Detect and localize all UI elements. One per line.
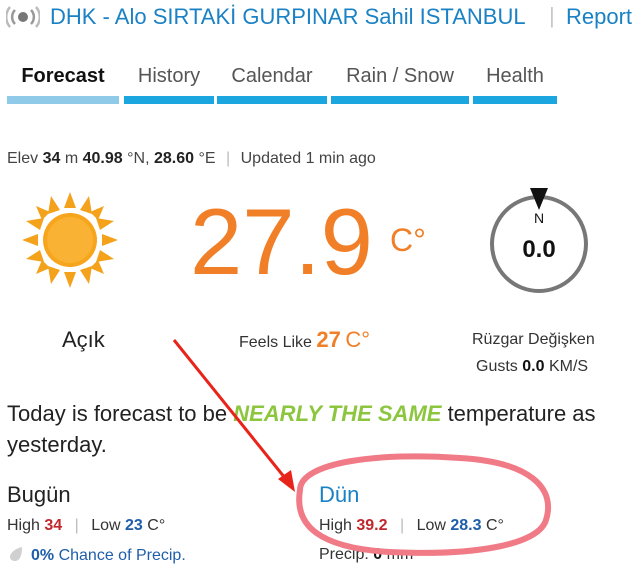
gusts-label: Gusts — [476, 358, 518, 375]
tab-rain-snow[interactable]: Rain / Snow — [331, 62, 469, 104]
annotation-arrow-head — [278, 470, 295, 492]
forecast-sentence: Today is forecast to be NEARLY THE SAME … — [7, 398, 627, 460]
tab-calendar-label: Calendar — [231, 65, 313, 87]
updated-label: Updated — [240, 150, 302, 167]
gusts-unit: KM/S — [548, 358, 589, 375]
feels-like-value: 27 — [316, 327, 341, 352]
elev-label: Elev — [7, 150, 39, 167]
today-high-value: 34 — [44, 517, 63, 534]
lon-value: 28.60 — [153, 150, 195, 167]
tab-forecast-label: Forecast — [21, 65, 105, 87]
tab-history-label: History — [137, 65, 201, 87]
tab-rain-snow-underline — [331, 96, 469, 104]
yesterday-high-label: High — [319, 517, 352, 534]
elev-unit: m — [64, 150, 79, 167]
tab-history-underline — [124, 96, 214, 104]
today-precip: 0% Chance of Precip. — [7, 546, 186, 565]
yesterday-precip-unit: mm — [386, 546, 414, 563]
feels-like-unit: C° — [345, 327, 370, 352]
tab-health[interactable]: Health — [473, 62, 557, 104]
tab-health-underline — [473, 96, 557, 104]
header-separator: | — [549, 3, 555, 28]
today-title: Bugün — [7, 482, 71, 507]
tab-calendar[interactable]: Calendar — [217, 62, 327, 104]
lon-unit: °E — [198, 150, 216, 167]
yesterday-high-value: 39.2 — [356, 517, 388, 534]
yesterday-precip-value: 0 — [373, 546, 383, 563]
tab-calendar-underline — [217, 96, 327, 104]
elev-value: 34 — [42, 150, 61, 167]
forecast-sentence-highlight: NEARLY THE SAME — [233, 401, 442, 426]
today-low-value: 23 — [125, 517, 143, 534]
forecast-sentence-prefix: Today is forecast to be — [7, 401, 234, 426]
updated-value: 1 min ago — [305, 150, 376, 167]
signal-broadcast-icon — [6, 6, 40, 28]
tab-forecast[interactable]: Forecast — [7, 62, 119, 104]
condition-text: Açık — [62, 327, 105, 352]
sun-icon — [22, 192, 118, 288]
tab-forecast-underline — [7, 96, 119, 104]
report-link[interactable]: Report — [566, 4, 632, 30]
wind-gusts: Gusts 0.0 KM/S — [476, 358, 588, 376]
yesterday-title[interactable]: Dün — [319, 482, 359, 508]
tab-history[interactable]: History — [124, 62, 214, 104]
temperature-unit-toggle[interactable]: C° — [390, 222, 426, 259]
lat-unit: °N, — [127, 150, 150, 167]
wind-direction: N — [534, 210, 544, 226]
today-separator: | — [74, 517, 79, 534]
today-precip-label: Chance of Precip. — [58, 547, 186, 564]
today-precip-value: 0% — [31, 547, 55, 564]
wind-speed: 0.0 — [522, 236, 556, 263]
feels-like: Feels Like 27 C° — [239, 327, 370, 353]
today-high-label: High — [7, 517, 40, 534]
station-meta: Elev 34 m 40.98 °N, 28.60 °E | Updated 1… — [7, 150, 376, 168]
yesterday-high-low: High 39.2 | Low 28.3 C° — [319, 517, 504, 535]
station-header: DHK - Alo SIRTAKİ GURPINAR Sahil ISTANBU… — [0, 0, 635, 36]
tab-health-label: Health — [486, 65, 544, 87]
yesterday-precip: Precip. 0 mm — [319, 546, 413, 564]
station-title[interactable]: DHK - Alo SIRTAKİ GURPINAR Sahil ISTANBU… — [50, 4, 526, 30]
wind-description: Rüzgar Değişken — [472, 331, 595, 348]
meta-separator: | — [226, 150, 231, 167]
yesterday-low-value: 28.3 — [450, 517, 482, 534]
raindrop-icon — [10, 547, 22, 561]
weather-station-page: DHK - Alo SIRTAKİ GURPINAR Sahil ISTANBU… — [0, 0, 635, 570]
today-low-label: Low — [91, 517, 121, 534]
lat-value: 40.98 — [82, 150, 123, 167]
yesterday-low-label: Low — [416, 517, 446, 534]
tab-rain-snow-label: Rain / Snow — [346, 65, 454, 87]
yesterday-unit: C° — [485, 517, 504, 534]
gusts-value: 0.0 — [522, 358, 545, 375]
today-high-low: High 34 | Low 23 C° — [7, 517, 165, 535]
yesterday-separator: | — [399, 517, 405, 534]
wind-direction-label-box: N — [534, 210, 544, 226]
yesterday-precip-label: Precip. — [319, 546, 369, 563]
feels-like-label: Feels Like — [239, 334, 312, 351]
today-unit: C° — [147, 517, 166, 534]
current-temperature: 27.9 — [190, 189, 373, 294]
